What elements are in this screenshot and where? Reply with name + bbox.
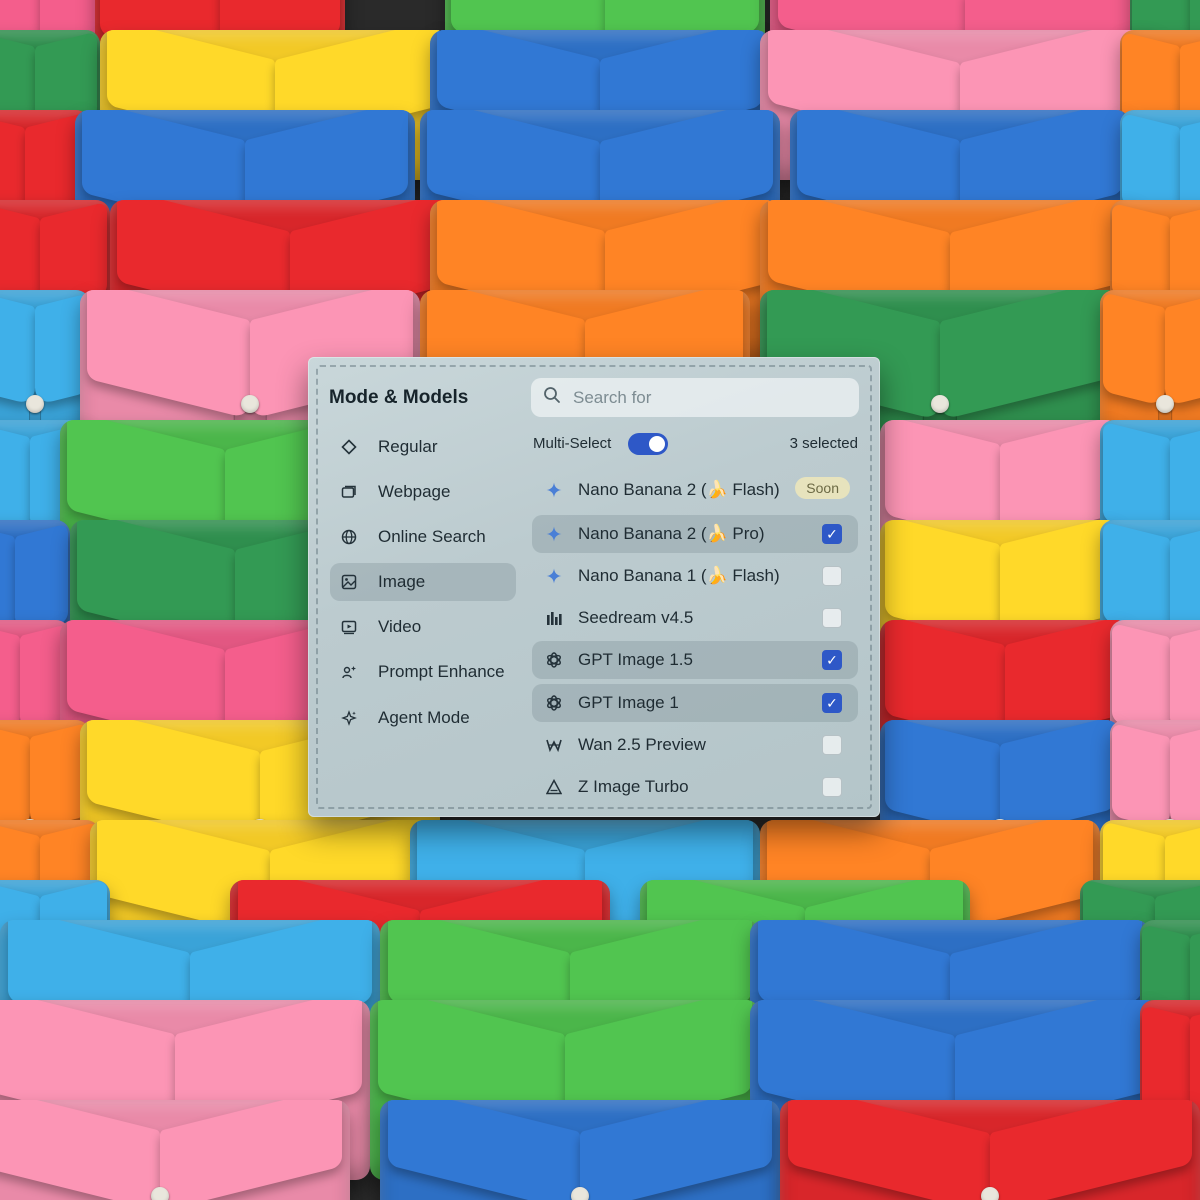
sidebar-item-prompt-enhance[interactable]: Prompt Enhance bbox=[330, 653, 516, 691]
collar-right bbox=[990, 1100, 1192, 1200]
mode-models-panel: Mode & Models Regular Webpage Online Sea… bbox=[308, 357, 880, 817]
search-input[interactable] bbox=[571, 386, 835, 409]
openai-icon bbox=[544, 693, 564, 713]
diamond-icon bbox=[340, 438, 358, 456]
shirt-button bbox=[981, 1186, 999, 1200]
shirt-button bbox=[151, 1186, 169, 1200]
sidebar-item-agent-mode[interactable]: Agent Mode bbox=[330, 699, 516, 737]
sidebar-item-image[interactable]: Image bbox=[330, 563, 516, 601]
shirt-button bbox=[571, 1186, 589, 1200]
sidebar-item-label: Video bbox=[378, 617, 422, 636]
triangle-icon bbox=[544, 777, 564, 797]
multi-select-toggle[interactable] bbox=[628, 433, 668, 455]
polo-shirt bbox=[380, 1100, 780, 1200]
model-label: Nano Banana 1 (🍌 Flash) bbox=[578, 566, 780, 585]
collar-right bbox=[1165, 292, 1200, 407]
collar-left bbox=[0, 523, 15, 636]
model-checkbox[interactable]: ✓ bbox=[822, 524, 842, 544]
seedream-bars-icon bbox=[544, 608, 564, 628]
collar-right bbox=[160, 1100, 343, 1200]
sidebar-item-video[interactable]: Video bbox=[330, 608, 516, 646]
model-row-gpt-image-1[interactable]: GPT Image 1 ✓ bbox=[532, 684, 858, 722]
collar-right bbox=[30, 722, 88, 830]
collar-left bbox=[788, 1100, 990, 1200]
collar-left bbox=[1102, 292, 1165, 407]
toggle-knob bbox=[649, 436, 665, 452]
model-checkbox[interactable]: ✓ bbox=[822, 650, 842, 670]
gemini-sparkle-icon bbox=[544, 480, 564, 500]
collar-left bbox=[0, 293, 35, 406]
model-label: Z Image Turbo bbox=[578, 777, 689, 796]
model-checkbox[interactable]: ✓ bbox=[822, 693, 842, 713]
model-label: Seedream v4.5 bbox=[578, 608, 694, 627]
sidebar-item-label: Online Search bbox=[378, 527, 486, 546]
model-row-wan-2-5[interactable]: Wan 2.5 Preview bbox=[532, 726, 858, 764]
model-label: GPT Image 1.5 bbox=[578, 650, 693, 669]
sidebar-item-label: Webpage bbox=[378, 482, 451, 501]
collar-left bbox=[388, 1100, 580, 1200]
collar-left bbox=[1112, 722, 1170, 830]
multi-select-label: Multi-Select bbox=[533, 435, 612, 452]
collar-left bbox=[0, 722, 30, 830]
model-label: GPT Image 1 bbox=[578, 693, 679, 712]
wan-icon bbox=[544, 735, 564, 755]
video-icon bbox=[340, 618, 358, 636]
model-checkbox[interactable] bbox=[822, 608, 842, 628]
model-row-nano-banana-2-flash[interactable]: Nano Banana 2 (🍌 Flash) Soon bbox=[532, 471, 858, 509]
model-label: Nano Banana 2 (🍌 Pro) bbox=[578, 524, 765, 543]
sparkles-icon bbox=[340, 709, 358, 727]
sidebar-item-label: Agent Mode bbox=[378, 708, 470, 727]
polo-shirt bbox=[0, 1100, 350, 1200]
collar-left bbox=[0, 1100, 160, 1200]
collar-right bbox=[15, 523, 68, 636]
sidebar-item-webpage[interactable]: Webpage bbox=[330, 473, 516, 511]
model-row-nano-banana-2-pro[interactable]: Nano Banana 2 (🍌 Pro) ✓ bbox=[532, 515, 858, 553]
gemini-sparkle-icon bbox=[544, 524, 564, 544]
model-label: Wan 2.5 Preview bbox=[578, 735, 706, 754]
sidebar-item-label: Image bbox=[378, 572, 426, 591]
search-box bbox=[531, 378, 859, 417]
openai-icon bbox=[544, 650, 564, 670]
model-checkbox[interactable] bbox=[822, 566, 842, 586]
selected-count: 3 selected bbox=[789, 435, 858, 452]
sidebar-item-regular[interactable]: Regular bbox=[330, 428, 516, 466]
model-checkbox[interactable] bbox=[822, 777, 842, 797]
globe-icon bbox=[340, 528, 358, 546]
polo-shirt bbox=[780, 1100, 1200, 1200]
image-icon bbox=[340, 573, 358, 591]
sidebar-item-label: Prompt Enhance bbox=[378, 662, 505, 681]
sidebar-item-label: Regular bbox=[378, 437, 438, 456]
sidebar-item-online-search[interactable]: Online Search bbox=[330, 518, 516, 556]
soon-badge: Soon bbox=[795, 477, 850, 499]
model-label: Nano Banana 2 (🍌 Flash) bbox=[578, 480, 780, 499]
collar-right bbox=[580, 1100, 772, 1200]
model-row-nano-banana-1-flash[interactable]: Nano Banana 1 (🍌 Flash) bbox=[532, 557, 858, 595]
search-icon bbox=[543, 386, 561, 409]
shirt-button bbox=[26, 395, 44, 414]
collar-left bbox=[0, 624, 20, 735]
collar-left bbox=[86, 290, 250, 420]
model-row-seedream[interactable]: Seedream v4.5 bbox=[532, 599, 858, 637]
webpage-icon bbox=[340, 483, 358, 501]
model-row-z-image-turbo[interactable]: Z Image Turbo bbox=[532, 768, 858, 806]
prompt-enhance-icon bbox=[340, 663, 358, 681]
panel-title: Mode & Models bbox=[329, 387, 469, 408]
collar-right bbox=[1170, 722, 1200, 830]
gemini-sparkle-icon bbox=[544, 566, 564, 586]
collar-right bbox=[940, 290, 1113, 421]
model-checkbox[interactable] bbox=[822, 735, 842, 755]
model-row-gpt-image-1-5[interactable]: GPT Image 1.5 ✓ bbox=[532, 641, 858, 679]
